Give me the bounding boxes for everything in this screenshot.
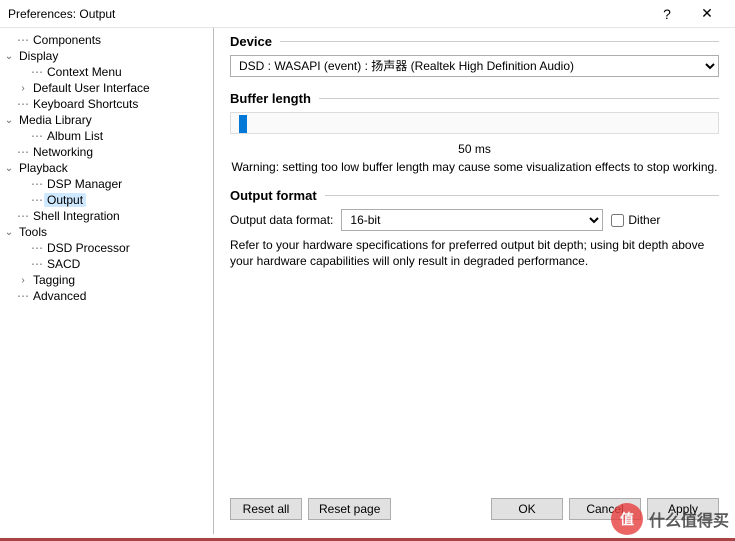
reset-all-button[interactable]: Reset all [230, 498, 302, 520]
buffer-value: 50 ms [230, 142, 719, 156]
tree-item-default-ui[interactable]: ›Default User Interface [2, 80, 211, 96]
tree-item-networking[interactable]: ⋯Networking [2, 144, 211, 160]
format-select[interactable]: 16-bit [341, 209, 603, 231]
buffer-heading: Buffer length [230, 91, 311, 106]
dither-input[interactable] [611, 214, 624, 227]
tree-item-output[interactable]: ⋯Output [2, 192, 211, 208]
chevron-down-icon: ⌄ [2, 225, 16, 239]
device-group: Device DSD : WASAPI (event) : 扬声器 (Realt… [230, 34, 719, 77]
device-heading: Device [230, 34, 272, 49]
tree-item-playback[interactable]: ⌄Playback [2, 160, 211, 176]
tree-item-tagging[interactable]: ›Tagging [2, 272, 211, 288]
tree-item-keyboard-shortcuts[interactable]: ⋯Keyboard Shortcuts [2, 96, 211, 112]
tree-item-media-library[interactable]: ⌄Media Library [2, 112, 211, 128]
format-label: Output data format: [230, 213, 333, 227]
tree-item-dsd-processor[interactable]: ⋯DSD Processor [2, 240, 211, 256]
tree-item-shell-integration[interactable]: ⋯Shell Integration [2, 208, 211, 224]
content-pane: Device DSD : WASAPI (event) : 扬声器 (Realt… [214, 28, 735, 534]
window-title: Preferences: Output [8, 7, 647, 21]
chevron-down-icon: ⌄ [2, 49, 16, 63]
button-bar: Reset all Reset page OK Cancel Apply [230, 498, 719, 520]
chevron-right-icon: › [16, 273, 30, 287]
apply-button[interactable]: Apply [647, 498, 719, 520]
tree-item-dsp-manager[interactable]: ⋯DSP Manager [2, 176, 211, 192]
format-group: Output format Output data format: 16-bit… [230, 188, 719, 269]
tree-item-tools[interactable]: ⌄Tools [2, 224, 211, 240]
close-button[interactable]: ✕ [687, 0, 727, 28]
tree-item-display[interactable]: ⌄Display [2, 48, 211, 64]
format-help: Refer to your hardware specifications fo… [230, 237, 719, 269]
tree-item-context-menu[interactable]: ⋯Context Menu [2, 64, 211, 80]
tree-item-sacd[interactable]: ⋯SACD [2, 256, 211, 272]
buffer-warning: Warning: setting too low buffer length m… [230, 160, 719, 174]
dither-checkbox[interactable]: Dither [611, 213, 660, 227]
help-button[interactable]: ? [647, 0, 687, 28]
tree-item-album-list[interactable]: ⋯Album List [2, 128, 211, 144]
device-select[interactable]: DSD : WASAPI (event) : 扬声器 (Realtek High… [230, 55, 719, 77]
slider-thumb[interactable] [239, 115, 247, 133]
format-heading: Output format [230, 188, 317, 203]
tree-item-advanced[interactable]: ⋯Advanced [2, 288, 211, 304]
chevron-down-icon: ⌄ [2, 161, 16, 175]
titlebar: Preferences: Output ? ✕ [0, 0, 735, 28]
tree-sidebar: ⋯Components ⌄Display ⋯Context Menu ›Defa… [0, 28, 214, 534]
buffer-group: Buffer length 50 ms Warning: setting too… [230, 91, 719, 174]
reset-page-button[interactable]: Reset page [308, 498, 391, 520]
ok-button[interactable]: OK [491, 498, 563, 520]
tree-item-components[interactable]: ⋯Components [2, 32, 211, 48]
chevron-down-icon: ⌄ [2, 113, 16, 127]
chevron-right-icon: › [16, 81, 30, 95]
buffer-slider[interactable] [230, 112, 719, 134]
cancel-button[interactable]: Cancel [569, 498, 641, 520]
